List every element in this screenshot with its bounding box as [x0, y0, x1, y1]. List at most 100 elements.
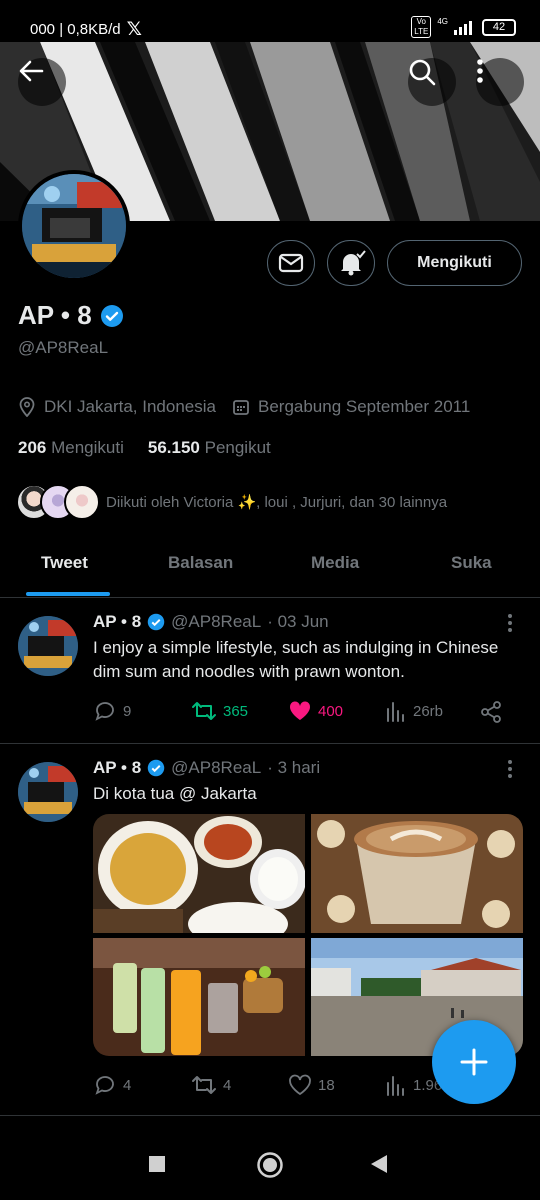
followers-count-link[interactable]: 56.150 Pengikut [148, 438, 271, 458]
profile-meta: DKI Jakarta, Indonesia Bergabung Septemb… [18, 397, 470, 417]
x-logo-icon: 𝕏 [126, 19, 142, 40]
heart-icon [289, 701, 311, 720]
media-photo-juice[interactable] [93, 938, 305, 1056]
search-button[interactable] [408, 58, 456, 106]
following-label: Mengikuti [51, 438, 124, 457]
tweet-text: I enjoy a simple lifestyle, such as indu… [93, 638, 499, 681]
photo-latte [311, 814, 523, 933]
verified-icon [147, 759, 165, 777]
notifications-button[interactable] [327, 240, 375, 286]
photo-dim-sum [93, 814, 305, 933]
message-button[interactable] [267, 240, 315, 286]
like-button[interactable]: 400 [288, 700, 343, 722]
network-type: 4G [437, 16, 448, 26]
retweet-button[interactable]: 365 [191, 700, 248, 722]
profile-location: DKI Jakarta, Indonesia [44, 397, 216, 416]
network-speed: 000 | 0,8KB/d [30, 21, 121, 38]
followed-by[interactable]: Diikuti oleh Victoria ✨, loui , Jurjuri,… [16, 484, 447, 520]
home-icon[interactable] [256, 1151, 284, 1179]
tweet-avatar[interactable] [18, 762, 78, 822]
views-icon [387, 1076, 404, 1096]
following-count-link[interactable]: 206 Mengikuti [18, 438, 124, 458]
share-icon [481, 701, 501, 723]
reply-button[interactable]: 9 [93, 700, 131, 722]
signal-icon [454, 21, 472, 35]
profile-name: AP • 8 [18, 300, 92, 330]
follower-avatar [64, 484, 100, 520]
tweet-header: AP • 8 @AP8ReaL · 3 hari [93, 758, 320, 778]
recent-apps-icon[interactable] [148, 1155, 166, 1173]
tweet-header: AP • 8 @AP8ReaL · 03 Jun [93, 612, 329, 632]
tweet-avatar-image [18, 616, 78, 676]
tab-likes[interactable]: Suka [451, 553, 492, 573]
compose-tweet-button[interactable] [432, 1020, 516, 1104]
profile-name-row: AP • 8 [18, 300, 124, 331]
tab-tweet[interactable]: Tweet [41, 553, 88, 573]
more-options-button[interactable] [476, 58, 524, 106]
mail-icon [278, 253, 304, 273]
tweet-avatar-image [18, 762, 78, 822]
tweet-more-icon[interactable] [508, 614, 514, 635]
profile-joined: Bergabung September 2011 [257, 397, 471, 416]
profile-counts: 206 Mengikuti 56.150 Pengikut [18, 438, 271, 458]
share-button[interactable] [479, 700, 503, 724]
tweet-media-grid [93, 814, 523, 1056]
tab-media[interactable]: Media [311, 553, 359, 573]
volte-icon: Vo LTE [411, 16, 432, 38]
following-button[interactable]: Mengikuti [387, 240, 522, 286]
tweet-author-handle[interactable]: @AP8ReaL [171, 612, 261, 632]
tweet-author-handle[interactable]: @AP8ReaL [171, 758, 261, 778]
views-icon [387, 702, 404, 722]
retweet-count: 365 [223, 702, 249, 720]
bell-icon [341, 250, 366, 276]
following-count: 206 [18, 438, 47, 457]
status-bar: 000 | 0,8KB/d 𝕏 Vo LTE 4G 42 [0, 0, 540, 42]
retweet-icon [192, 702, 216, 720]
search-icon [409, 59, 436, 86]
tweet-avatar[interactable] [18, 616, 78, 676]
tweet[interactable]: AP • 8 @AP8ReaL · 03 Jun I enjoy a simpl… [0, 598, 540, 744]
retweet-icon [192, 1076, 216, 1094]
profile-tabs: Tweet Balasan Media Suka [0, 540, 540, 598]
followers-label: Pengikut [204, 438, 271, 457]
calendar-icon [233, 400, 249, 415]
tweet-more-icon[interactable] [508, 760, 514, 781]
tweet-text: Di kota tua @ Jakarta [93, 784, 257, 803]
tweet-time: · 3 hari [267, 758, 321, 777]
heart-icon [289, 1074, 311, 1096]
tab-replies[interactable]: Balasan [168, 553, 233, 573]
reply-icon [95, 702, 114, 721]
location-icon [19, 397, 35, 417]
tweet-actions: 9 365 400 26rb [93, 700, 513, 726]
views-count: 26rb [413, 702, 444, 720]
media-photo-food[interactable] [93, 814, 305, 933]
retweet-button[interactable]: 4 [191, 1074, 231, 1096]
reply-count: 9 [123, 702, 132, 720]
profile-avatar[interactable] [18, 170, 130, 282]
reply-icon [95, 1076, 114, 1095]
verified-icon [147, 613, 165, 631]
like-count: 18 [318, 1076, 335, 1094]
media-photo-coffee[interactable] [311, 814, 523, 933]
tweet-author-name[interactable]: AP • 8 [93, 612, 141, 632]
like-button[interactable]: 18 [288, 1074, 335, 1096]
followers-count: 56.150 [147, 438, 200, 457]
volte-bottom: LTE [414, 27, 429, 36]
back-arrow-icon [19, 60, 44, 82]
back-button[interactable] [18, 58, 66, 106]
views-button[interactable]: 1.96 [385, 1074, 442, 1096]
battery-icon: 42 [482, 18, 516, 36]
like-count: 400 [318, 702, 344, 720]
tweet-author-name[interactable]: AP • 8 [93, 758, 141, 778]
plus-icon [460, 1048, 488, 1076]
back-nav-icon[interactable] [370, 1154, 388, 1174]
tab-active-indicator [26, 592, 110, 596]
followed-by-text: Diikuti oleh Victoria ✨, loui , Jurjuri,… [106, 494, 448, 511]
profile-handle: @AP8ReaL [18, 338, 109, 357]
views-button[interactable]: 26rb [385, 700, 443, 722]
verified-icon [100, 304, 123, 327]
reply-button[interactable]: 4 [93, 1074, 131, 1096]
tweet-time: · 03 Jun [267, 612, 329, 631]
retweet-count: 4 [223, 1076, 232, 1094]
avatar-image [22, 174, 126, 278]
